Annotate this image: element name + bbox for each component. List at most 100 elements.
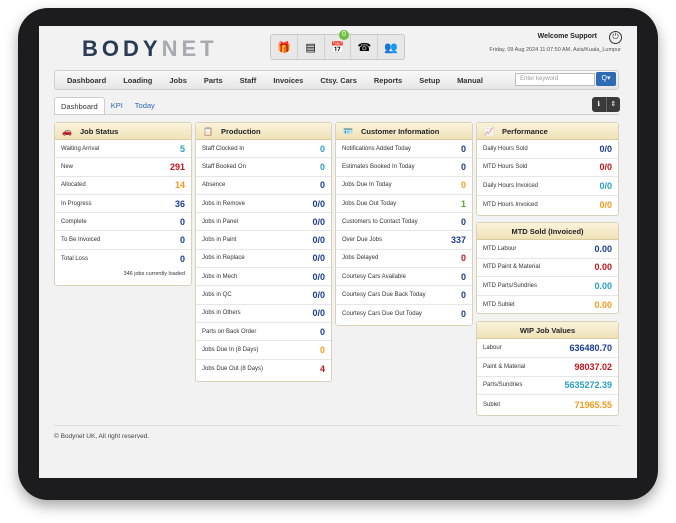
stat-row[interactable]: Staff Booked On 0 xyxy=(196,158,331,177)
stat-value[interactable]: 98037.02 xyxy=(574,362,612,372)
stat-value[interactable]: 71965.55 xyxy=(574,400,612,410)
search-input[interactable]: Enter keyword xyxy=(515,73,595,86)
stat-row[interactable]: To Be Invoiced 0 xyxy=(55,231,191,250)
stat-row[interactable]: Allocated 14 xyxy=(55,177,191,195)
stat-value[interactable]: 0 xyxy=(461,309,466,319)
stat-row[interactable]: Jobs in QC 0/0 xyxy=(196,286,331,305)
stat-row[interactable]: Parts/Sundries 5635272.39 xyxy=(477,377,618,396)
stat-row[interactable]: MTD Parts/Sundries 0.00 xyxy=(477,277,618,296)
nav-item-invoices[interactable]: Invoices xyxy=(273,76,303,85)
stat-value[interactable]: 0 xyxy=(461,253,466,263)
stat-row[interactable]: Parts on Back Order 0 xyxy=(196,323,331,342)
stat-row[interactable]: Staff Clocked In 0 xyxy=(196,140,331,159)
nav-item-loading[interactable]: Loading xyxy=(123,76,152,85)
stat-value[interactable]: 0/0 xyxy=(312,253,325,263)
stat-value[interactable]: 0/0 xyxy=(312,290,325,300)
stat-value[interactable]: 0 xyxy=(320,345,325,355)
stat-row[interactable]: Jobs in Others 0/0 xyxy=(196,305,331,323)
stat-value[interactable]: 36 xyxy=(175,199,185,209)
stat-value[interactable]: 0/0 xyxy=(312,217,325,227)
stat-row[interactable]: Daily Hours Sold 0/0 xyxy=(477,140,618,159)
stat-row[interactable]: Sublet 71965.55 xyxy=(477,395,618,414)
stat-value[interactable]: 636480.70 xyxy=(569,343,612,353)
stat-row[interactable]: Complete 0 xyxy=(55,213,191,232)
nav-item-staff[interactable]: Staff xyxy=(240,76,257,85)
stat-row[interactable]: Jobs Due In Today 0 xyxy=(336,177,472,195)
stat-value[interactable]: 5635272.39 xyxy=(564,380,612,390)
stat-row[interactable]: Jobs in Remove 0/0 xyxy=(196,195,331,214)
search-button[interactable]: Q▾ xyxy=(596,72,616,86)
stat-row[interactable]: Paint & Material 98037.02 xyxy=(477,358,618,377)
stat-row[interactable]: Jobs in Replace 0/0 xyxy=(196,250,331,269)
phone-icon[interactable]: ☎ xyxy=(351,35,379,59)
stat-value[interactable]: 0.00 xyxy=(594,300,612,310)
stat-row[interactable]: Jobs in Paint 0/0 xyxy=(196,231,331,250)
stat-value[interactable]: 0 xyxy=(320,144,325,154)
stat-row[interactable]: Jobs Due Out (8 Days) 4 xyxy=(196,360,331,378)
stat-row[interactable]: Jobs Delayed 0 xyxy=(336,250,472,269)
stat-value[interactable]: 5 xyxy=(180,144,185,154)
window-icon[interactable]: ▤ xyxy=(298,35,325,59)
nav-item-dashboard[interactable]: Dashboard xyxy=(67,76,106,85)
stat-value[interactable]: 291 xyxy=(170,162,185,172)
stat-value[interactable]: 337 xyxy=(451,235,466,245)
stat-value[interactable]: 0/0 xyxy=(599,181,612,191)
nav-item-manual[interactable]: Manual xyxy=(457,76,483,85)
stat-value[interactable]: 0/0 xyxy=(312,235,325,245)
stat-value[interactable]: 0 xyxy=(320,162,325,172)
nav-item-ctsy-cars[interactable]: Ctsy. Cars xyxy=(320,76,357,85)
stat-row[interactable]: MTD Hours Invoiced 0/0 xyxy=(477,196,618,215)
stat-row[interactable]: Customers to Contact Today 0 xyxy=(336,213,472,232)
stat-row[interactable]: Jobs in Mech 0/0 xyxy=(196,268,331,287)
stat-row[interactable]: Daily Hours Invoiced 0/0 xyxy=(477,177,618,196)
stat-value[interactable]: 14 xyxy=(175,180,185,190)
tab-kpi[interactable]: KPI xyxy=(105,97,129,114)
stat-value[interactable]: 0/0 xyxy=(599,200,612,210)
stat-value[interactable]: 0 xyxy=(461,144,466,154)
stat-value[interactable]: 0 xyxy=(461,272,466,282)
stat-value[interactable]: 0 xyxy=(461,180,466,190)
stat-row[interactable]: Jobs in Panel 0/0 xyxy=(196,213,331,232)
stat-row[interactable]: Waiting Arrival 5 xyxy=(55,140,191,159)
stat-value[interactable]: 0 xyxy=(180,217,185,227)
stat-value[interactable]: 0 xyxy=(180,254,185,264)
stat-value[interactable]: 0.00 xyxy=(594,281,612,291)
stat-value[interactable]: 0/0 xyxy=(599,144,612,154)
stat-value[interactable]: 0 xyxy=(320,327,325,337)
power-icon[interactable]: ⏻ xyxy=(609,31,622,44)
stat-row[interactable]: Notifications Added Today 0 xyxy=(336,140,472,159)
stat-value[interactable]: 1 xyxy=(461,199,466,209)
stat-row[interactable]: Courtesy Cars Available 0 xyxy=(336,268,472,287)
stat-value[interactable]: 0.00 xyxy=(594,244,612,254)
stat-row[interactable]: Estimates Booked In Today 0 xyxy=(336,158,472,177)
panel-toggle[interactable]: ℹ ⇕ xyxy=(592,97,620,112)
nav-item-jobs[interactable]: Jobs xyxy=(169,76,187,85)
stat-row[interactable]: In Progress 36 xyxy=(55,195,191,214)
stat-value[interactable]: 0/0 xyxy=(312,199,325,209)
tab-today[interactable]: Today xyxy=(129,97,161,114)
tab-dashboard[interactable]: Dashboard xyxy=(54,97,105,114)
nav-item-parts[interactable]: Parts xyxy=(204,76,223,85)
stat-row[interactable]: MTD Sublet 0.00 xyxy=(477,296,618,315)
stat-value[interactable]: 0 xyxy=(461,290,466,300)
stat-row[interactable]: Absence 0 xyxy=(196,177,331,195)
stat-value[interactable]: 0.00 xyxy=(594,262,612,272)
nav-item-reports[interactable]: Reports xyxy=(374,76,402,85)
nav-item-setup[interactable]: Setup xyxy=(419,76,440,85)
stat-value[interactable]: 0/0 xyxy=(599,162,612,172)
sort-icon[interactable]: ⇕ xyxy=(607,97,621,112)
users-icon[interactable]: 👥 xyxy=(378,35,404,59)
stat-value[interactable]: 0 xyxy=(461,162,466,172)
stat-row[interactable]: Jobs Due In (8 Days) 0 xyxy=(196,341,331,360)
stat-row[interactable]: Jobs Due Out Today 1 xyxy=(336,195,472,214)
stat-row[interactable]: Labour 636480.70 xyxy=(477,339,618,358)
stat-row[interactable]: Courtesy Cars Due Back Today 0 xyxy=(336,286,472,305)
stat-row[interactable]: Courtesy Cars Due Out Today 0 xyxy=(336,305,472,323)
stat-value[interactable]: 0 xyxy=(320,180,325,190)
stat-value[interactable]: 0/0 xyxy=(312,272,325,282)
info-icon[interactable]: ℹ xyxy=(592,97,607,112)
stat-value[interactable]: 0 xyxy=(180,235,185,245)
stat-row[interactable]: Over Due Jobs 337 xyxy=(336,231,472,250)
stat-value[interactable]: 0/0 xyxy=(312,308,325,318)
bodynet-logo[interactable]: BODYNET xyxy=(82,36,218,62)
